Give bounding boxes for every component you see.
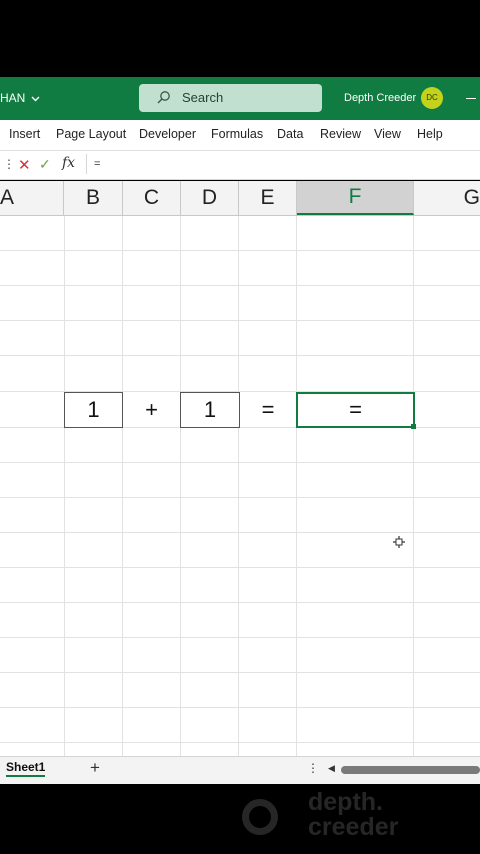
grid-line [296,216,297,756]
grid-line [0,355,480,356]
search-label: Search [182,90,224,105]
watermark-logo-icon [242,799,278,835]
cell-d[interactable]: 1 [180,392,240,428]
user-name: Depth Creeder [344,92,417,104]
column-header-b[interactable]: B [64,181,123,215]
watermark-line-1: depth. [308,788,383,816]
tab-insert[interactable]: Insert [9,127,40,141]
cell-b[interactable]: 1 [64,392,123,428]
sheet-tab-sheet1[interactable]: Sheet1 [6,760,46,777]
horizontal-scrollbar[interactable] [341,766,480,774]
more-options-icon[interactable]: ⋮ [3,157,15,171]
grid-line [0,497,480,498]
grid-line [0,602,480,603]
workbook-name-dropdown[interactable]: HAN [0,91,40,105]
title-bar: HAN Search Depth Creeder DC [0,77,480,120]
cell-c[interactable]: + [123,392,180,428]
enter-checkmark-icon[interactable]: ✓ [39,156,51,173]
grid-line [0,532,480,533]
formula-input[interactable]: = [86,154,480,174]
column-headers: A B C D E F G [0,181,480,216]
cell-f-active[interactable]: = [296,392,415,428]
tab-data[interactable]: Data [277,127,303,141]
column-header-f[interactable]: F [297,181,414,215]
spreadsheet-grid[interactable] [0,216,480,756]
cell-e[interactable]: = [240,392,296,428]
grid-line [238,216,239,756]
tab-page-layout[interactable]: Page Layout [56,127,126,141]
column-header-g[interactable]: G [414,181,480,215]
search-icon [157,91,170,104]
cancel-icon[interactable]: ✕ [18,156,31,174]
tab-help[interactable]: Help [417,127,443,141]
minimize-icon[interactable] [466,98,476,99]
watermark: depth. creeder [242,786,422,846]
tab-formulas[interactable]: Formulas [211,127,263,141]
column-header-a[interactable]: A [0,181,64,215]
column-header-c[interactable]: C [123,181,181,215]
grid-line [0,285,480,286]
tab-view[interactable]: View [374,127,401,141]
scroll-left-icon[interactable]: ◀ [328,763,335,774]
grid-line [0,742,480,743]
search-box[interactable]: Search [139,84,322,112]
insert-function-icon[interactable]: fx [62,155,75,171]
avatar[interactable]: DC [421,87,443,109]
workbook-name: HAN [0,91,26,105]
grid-line [0,567,480,568]
grid-line [0,637,480,638]
grid-line [122,216,123,756]
grid-line [0,250,480,251]
grid-line [0,672,480,673]
move-cursor-icon [393,536,405,548]
column-header-e[interactable]: E [239,181,297,215]
grid-line [180,216,181,756]
ribbon-tabs: Insert Page Layout Developer Formulas Da… [0,120,480,151]
watermark-line-2: creeder [308,813,399,841]
grid-line [413,216,414,756]
tab-review[interactable]: Review [320,127,361,141]
grid-line [0,320,480,321]
tab-developer[interactable]: Developer [139,127,196,141]
watermark-text: depth. creeder [308,790,398,840]
formula-bar: ⋮ ✕ ✓ fx = [0,151,480,180]
column-header-d[interactable]: D [181,181,239,215]
add-sheet-button[interactable]: + [90,758,100,778]
sheet-bar: Sheet1 + ⋮ ◀ [0,756,480,784]
chevron-down-icon [31,96,40,102]
grid-line [0,462,480,463]
grid-line [0,707,480,708]
more-options-icon[interactable]: ⋮ [307,761,319,775]
grid-line [64,216,65,756]
fill-handle[interactable] [411,424,416,429]
